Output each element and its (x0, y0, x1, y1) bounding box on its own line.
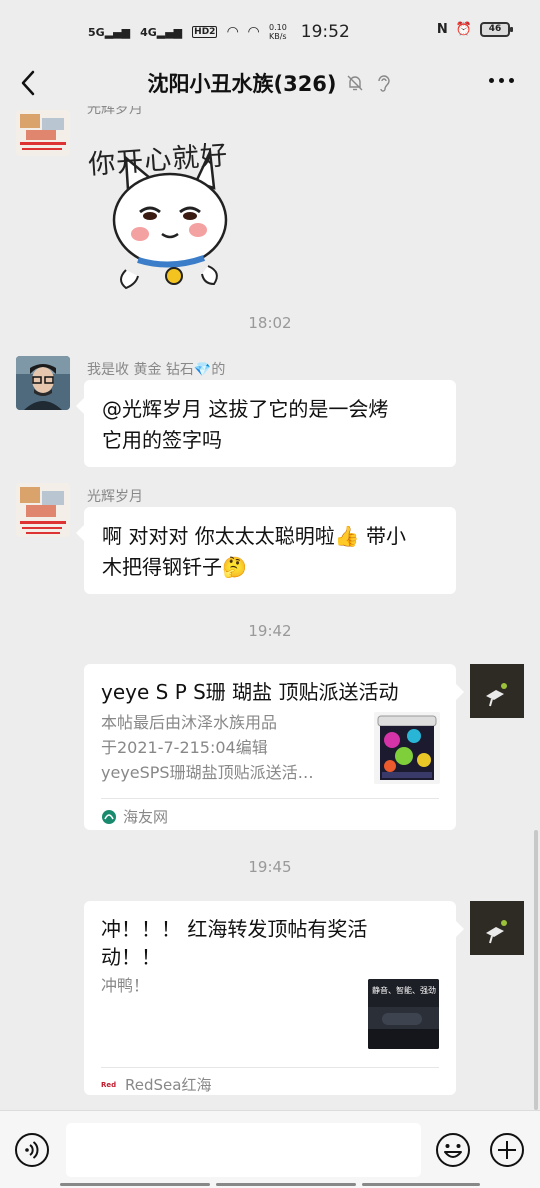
card-title: yeye S P S珊 瑚盐 顶贴派送活动 (101, 680, 399, 704)
hd-icon: HD2 (192, 26, 218, 38)
clock: 19:52 (300, 22, 350, 42)
input-bar (0, 1110, 540, 1188)
avatar-guanghui[interactable] (16, 110, 70, 156)
timestamp: 19:42 (248, 622, 292, 640)
card-title-line1: 冲！！！ 红海转发顶帖有奖活 (101, 917, 368, 941)
card-desc: 冲鸭！ (101, 976, 150, 995)
sender-name: 光辉岁月 (87, 489, 143, 505)
message-text-line1: 啊 对对对 你太太太聪明啦👍 带小 (102, 524, 406, 548)
message-input[interactable] (66, 1123, 421, 1177)
chat-area[interactable]: 光辉岁月 你开心就好 18:02 我是收 黄金 钻石💎的 @光辉岁月 这拔了它的… (0, 106, 540, 1110)
gesture-bar-mid (216, 1183, 356, 1186)
sender-name-partial: 光辉岁月 (87, 106, 143, 117)
voice-input-icon[interactable] (14, 1132, 50, 1168)
message-bubble[interactable]: @光辉岁月 这拔了它的是一会烤 它用的签字吗 (76, 380, 456, 467)
card-divider (101, 1067, 439, 1068)
status-bar: 5G▂▄▆ 4G▂▄▆ HD2 ◠ ◠ 0.10 KB/s 19:52 N ⏰ 4… (0, 0, 540, 60)
message-text-line2: 木把得钢钎子🤔 (102, 555, 247, 579)
card-thumbnail-bucket (374, 712, 440, 784)
thumb-caption: 静音、智能、强劲 (372, 986, 436, 995)
chat-title: 沈阳小丑水族(326) (147, 72, 337, 96)
message-text-line1: @光辉岁月 这拔了它的是一会烤 (102, 397, 389, 421)
scroll-indicator[interactable] (534, 830, 538, 1110)
wifi-icon: ◠ (227, 24, 239, 40)
sender-name: 我是收 黄金 钻石💎的 (87, 362, 226, 378)
timestamp: 18:02 (248, 314, 292, 332)
wifi-icon-2: ◠ (248, 24, 259, 40)
card-source-name: RedSea红海 (125, 1076, 212, 1094)
gesture-bar-left (60, 1183, 210, 1186)
message-bubble[interactable]: 啊 对对对 你太太太聪明啦👍 带小 木把得钢钎子🤔 (76, 507, 456, 594)
timestamp: 19:45 (248, 858, 292, 876)
status-left: 5G▂▄▆ 4G▂▄▆ HD2 ◠ ◠ 0.10 KB/s 19:52 (88, 22, 350, 42)
avatar-self[interactable] (470, 664, 524, 718)
card-desc-line3: yeyeSPS珊瑚盐顶贴派送活… (101, 763, 314, 782)
avatar-user-glasses[interactable] (16, 356, 70, 410)
card-thumbnail-pump: 静音、智能、强劲 (368, 979, 439, 1049)
card-desc-line1: 本帖最后由沐泽水族用品 (101, 713, 278, 732)
battery-icon: 46 (480, 22, 513, 37)
mute-bell-icon (347, 75, 363, 91)
message-text-line2: 它用的签字吗 (102, 428, 222, 452)
status-right: N ⏰ 46 (436, 22, 513, 37)
plus-icon[interactable] (489, 1132, 525, 1168)
sticker-happy-cat[interactable]: 你开心就好 (86, 130, 246, 292)
link-card-redsea[interactable]: 冲！！！ 红海转发顶帖有奖活 动！！ 冲鸭！ 静音、智能、强劲 Red Sea … (84, 901, 464, 1095)
gesture-bar-right (362, 1183, 480, 1186)
redsea-logo-icon: Red Sea (101, 1080, 119, 1089)
signal-4g-icon: 4G▂▄▆ (140, 25, 183, 39)
signal-5g-icon: 5G▂▄▆ (88, 25, 131, 39)
avatar-guanghui[interactable] (16, 483, 70, 537)
more-options-icon[interactable] (489, 78, 514, 83)
link-card-yeye[interactable]: yeye S P S珊 瑚盐 顶贴派送活动 本帖最后由沐泽水族用品 于2021-… (84, 664, 464, 830)
card-divider (101, 798, 439, 799)
alarm-icon: ⏰ (455, 22, 472, 37)
avatar-self[interactable] (470, 901, 524, 955)
ear-icon (377, 75, 390, 92)
haiyou-logo-icon (102, 809, 116, 824)
title-group: 沈阳小丑水族(326) (0, 68, 540, 98)
card-source-name: 海友网 (123, 808, 169, 826)
card-title-line2: 动！！ (101, 945, 161, 969)
card-desc-line2: 于2021-7-215:04编辑 (101, 738, 268, 757)
net-speed: 0.10 KB/s (268, 23, 287, 41)
nfc-icon: N (436, 22, 448, 37)
chat-header: 沈阳小丑水族(326) (0, 60, 540, 106)
card-source: 海友网 (101, 806, 168, 827)
emoji-icon[interactable] (435, 1132, 471, 1168)
card-source: Red Sea RedSea红海 (101, 1074, 211, 1095)
